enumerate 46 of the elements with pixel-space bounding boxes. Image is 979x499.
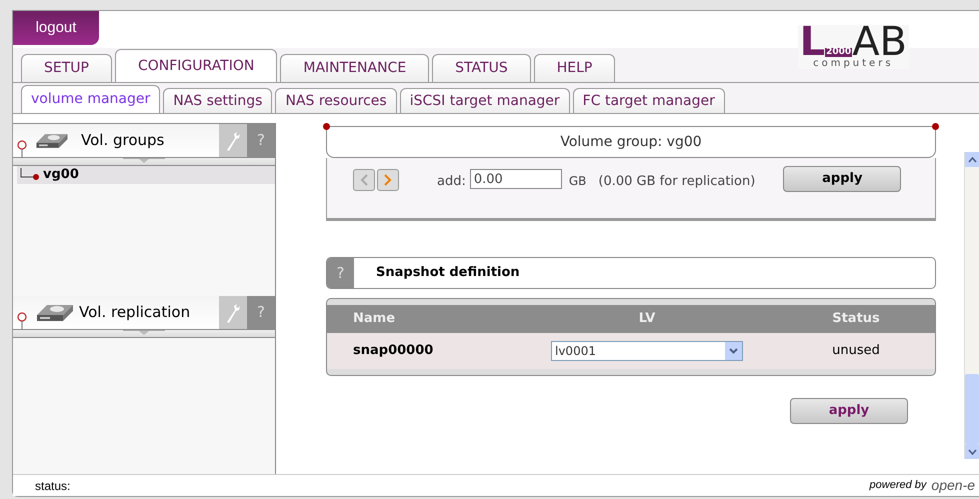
chevron-left-icon bbox=[360, 174, 368, 186]
tree-item[interactable]: vg00 bbox=[17, 166, 275, 184]
sub-tab[interactable]: FC target manager bbox=[572, 88, 725, 113]
unit-label: GB bbox=[568, 173, 586, 190]
main-tab[interactable]: HELP bbox=[534, 54, 616, 82]
panel-title: Vol. replication bbox=[79, 302, 190, 324]
main-tab[interactable]: MAINTENANCE bbox=[280, 54, 430, 82]
collapse-handle-icon[interactable] bbox=[123, 158, 165, 164]
scroll-down-icon[interactable] bbox=[968, 448, 976, 454]
sub-tab[interactable]: NAS settings bbox=[163, 88, 272, 113]
column-header: Status bbox=[831, 310, 881, 328]
powered-by-text: powered by bbox=[870, 478, 926, 494]
scrollbar[interactable] bbox=[964, 152, 979, 459]
chevron-right-icon bbox=[384, 174, 392, 186]
panel-title: Vol. groups bbox=[81, 130, 164, 152]
apply-button[interactable]: apply bbox=[790, 398, 908, 424]
settings-button[interactable] bbox=[219, 296, 247, 329]
table-cell-text: unused bbox=[831, 342, 881, 360]
main-tab[interactable]: STATUS bbox=[432, 54, 531, 82]
brand-text: open-e bbox=[931, 476, 975, 495]
next-button[interactable] bbox=[377, 169, 399, 191]
sub-tab[interactable]: NAS resources bbox=[275, 88, 397, 113]
replication-note: (0.00 GB for replication) bbox=[598, 173, 756, 191]
column-header: LV bbox=[638, 310, 656, 328]
collapse-handle-icon[interactable] bbox=[123, 330, 165, 336]
add-label: add: bbox=[437, 173, 466, 191]
sub-tab[interactable]: volume manager bbox=[21, 85, 160, 113]
main-tab[interactable]: CONFIGURATION bbox=[114, 49, 278, 82]
scroll-thumb[interactable] bbox=[965, 374, 979, 444]
main-tab[interactable]: SETUP bbox=[21, 54, 112, 82]
lv-select[interactable]: lv0001 bbox=[551, 341, 743, 361]
settings-button[interactable] bbox=[219, 124, 247, 157]
wrench-icon bbox=[225, 302, 241, 322]
status-label: status: bbox=[35, 478, 70, 494]
scroll-up-icon[interactable] bbox=[968, 156, 976, 162]
wrench-icon bbox=[225, 130, 241, 150]
apply-button[interactable]: apply bbox=[783, 166, 902, 192]
pin-icon bbox=[17, 140, 27, 158]
column-header: Name bbox=[352, 310, 396, 328]
pin-icon bbox=[17, 312, 27, 330]
panel-title: Volume group: vg00 bbox=[560, 132, 702, 152]
section-title: Snapshot definition bbox=[376, 264, 520, 282]
logout-button[interactable]: logout bbox=[13, 11, 99, 45]
add-field[interactable]: 0.00 bbox=[470, 169, 562, 189]
table-cell-text: snap00000 bbox=[352, 342, 434, 360]
sub-tab[interactable]: iSCSI target manager bbox=[400, 88, 570, 113]
